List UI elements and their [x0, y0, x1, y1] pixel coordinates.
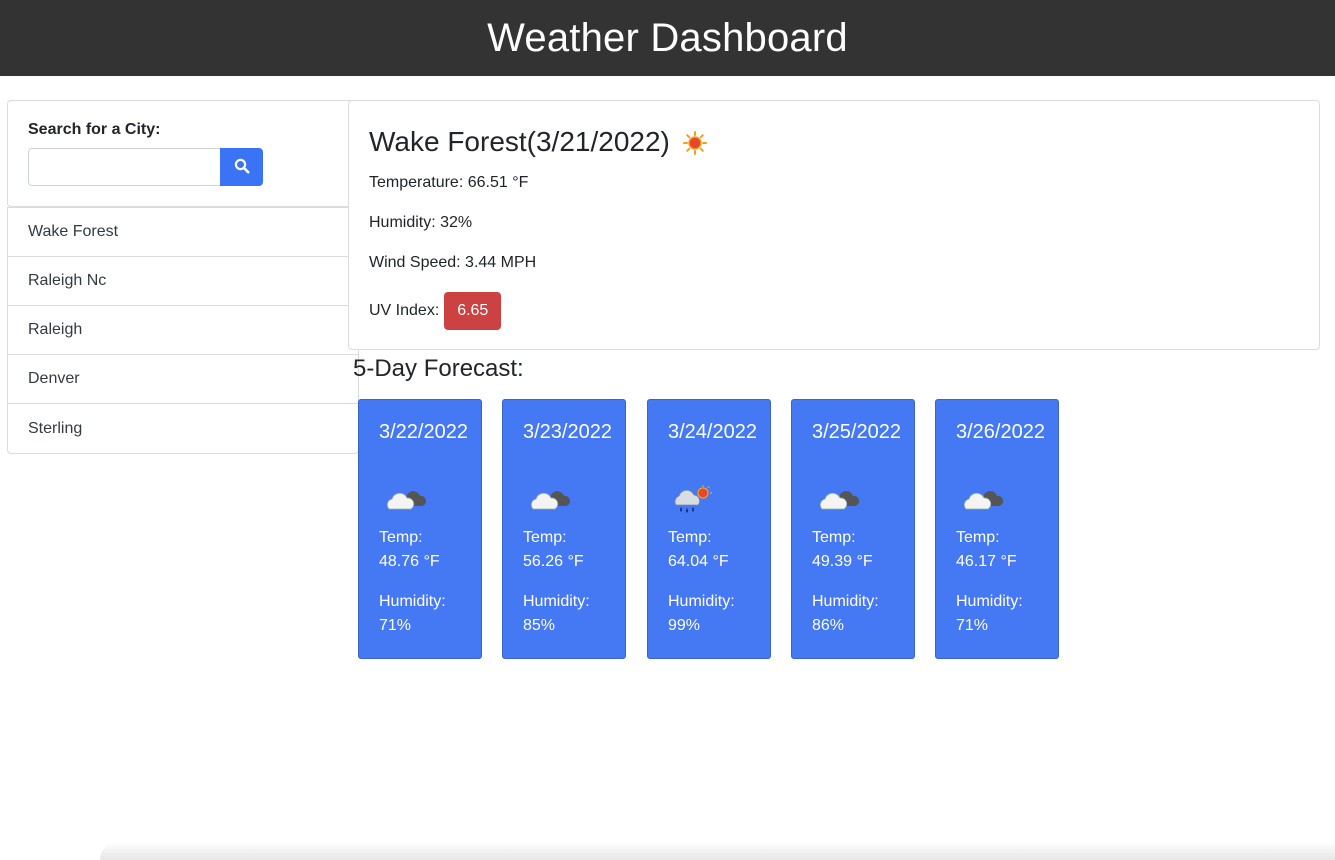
- forecast-humidity: 85%: [523, 617, 556, 634]
- current-wind-speed: Wind Speed: 3.44 MPH: [369, 254, 537, 271]
- forecast-humidity-label: Humidity:: [379, 593, 446, 610]
- forecast-date: 3/22/2022: [379, 421, 468, 443]
- city-search-input[interactable]: [28, 148, 221, 186]
- current-title-row: Wake Forest(3/21/2022): [369, 122, 708, 161]
- search-icon: [234, 158, 250, 177]
- forecast-temp: 48.76 °F: [379, 553, 440, 570]
- uv-index-badge: 6.65: [444, 292, 502, 330]
- forecast-humidity-label: Humidity:: [956, 593, 1023, 610]
- forecast-date: 3/24/2022: [668, 421, 757, 443]
- forecast-date: 3/26/2022: [956, 421, 1045, 443]
- uv-index-row: UV Index: 6.65: [369, 292, 502, 330]
- forecast-card: 3/25/2022 Temp: 49.39 °F Humidity: 86%: [791, 399, 915, 659]
- history-item[interactable]: Raleigh: [8, 306, 358, 355]
- forecast-temp: 46.17 °F: [956, 553, 1017, 570]
- history-item[interactable]: Denver: [8, 355, 358, 404]
- page-title: Weather Dashboard: [487, 15, 848, 60]
- cloudy-icon: [960, 484, 1006, 519]
- forecast-temp-label: Temp:: [379, 529, 423, 546]
- forecast-temp-label: Temp:: [668, 529, 712, 546]
- forecast-temp-label: Temp:: [956, 529, 1000, 546]
- search-label: Search for a City:: [28, 121, 161, 138]
- rain-icon: [670, 484, 716, 521]
- forecast-temp-label: Temp:: [523, 529, 567, 546]
- forecast-date: 3/25/2022: [812, 421, 901, 443]
- forecast-card: 3/22/2022 Temp: 48.76 °F Humidity: 71%: [358, 399, 482, 659]
- forecast-humidity: 71%: [379, 617, 412, 634]
- current-weather-card: Wake Forest(3/21/2022) Temperature: 66.5…: [348, 100, 1320, 350]
- current-humidity: Humidity: 32%: [369, 214, 473, 231]
- search-history-list: Wake Forest Raleigh Nc Raleigh Denver St…: [7, 207, 359, 454]
- history-item[interactable]: Raleigh Nc: [8, 257, 358, 306]
- window-bottom-shadow: [100, 842, 1335, 860]
- current-temperature: Temperature: 66.51 °F: [369, 174, 529, 191]
- history-item[interactable]: Wake Forest: [8, 208, 358, 257]
- forecast-humidity-label: Humidity:: [668, 593, 735, 610]
- forecast-humidity-label: Humidity:: [523, 593, 590, 610]
- cloudy-icon: [816, 484, 862, 519]
- forecast-humidity: 86%: [812, 617, 845, 634]
- forecast-temp-label: Temp:: [812, 529, 856, 546]
- forecast-temp: 49.39 °F: [812, 553, 873, 570]
- forecast-humidity-label: Humidity:: [812, 593, 879, 610]
- forecast-title: 5-Day Forecast:: [353, 355, 524, 382]
- forecast-humidity: 71%: [956, 617, 989, 634]
- search-button[interactable]: [220, 148, 263, 186]
- uv-index-label: UV Index:: [369, 302, 440, 319]
- history-item[interactable]: Sterling: [8, 404, 358, 453]
- forecast-temp: 64.04 °F: [668, 553, 729, 570]
- sun-icon: [682, 130, 708, 161]
- forecast-card: 3/23/2022 Temp: 56.26 °F Humidity: 85%: [502, 399, 626, 659]
- cloudy-icon: [527, 484, 573, 519]
- search-panel: Search for a City:: [7, 100, 359, 207]
- forecast-temp: 56.26 °F: [523, 553, 584, 570]
- cloudy-icon: [383, 484, 429, 519]
- page-header: Weather Dashboard: [0, 0, 1335, 76]
- forecast-card: 3/24/2022 Temp: 64.04 °F Humidity: 99%: [647, 399, 771, 659]
- forecast-date: 3/23/2022: [523, 421, 612, 443]
- forecast-card: 3/26/2022 Temp: 46.17 °F Humidity: 71%: [935, 399, 1059, 659]
- forecast-humidity: 99%: [668, 617, 701, 634]
- current-city-title: Wake Forest(3/21/2022): [369, 125, 670, 157]
